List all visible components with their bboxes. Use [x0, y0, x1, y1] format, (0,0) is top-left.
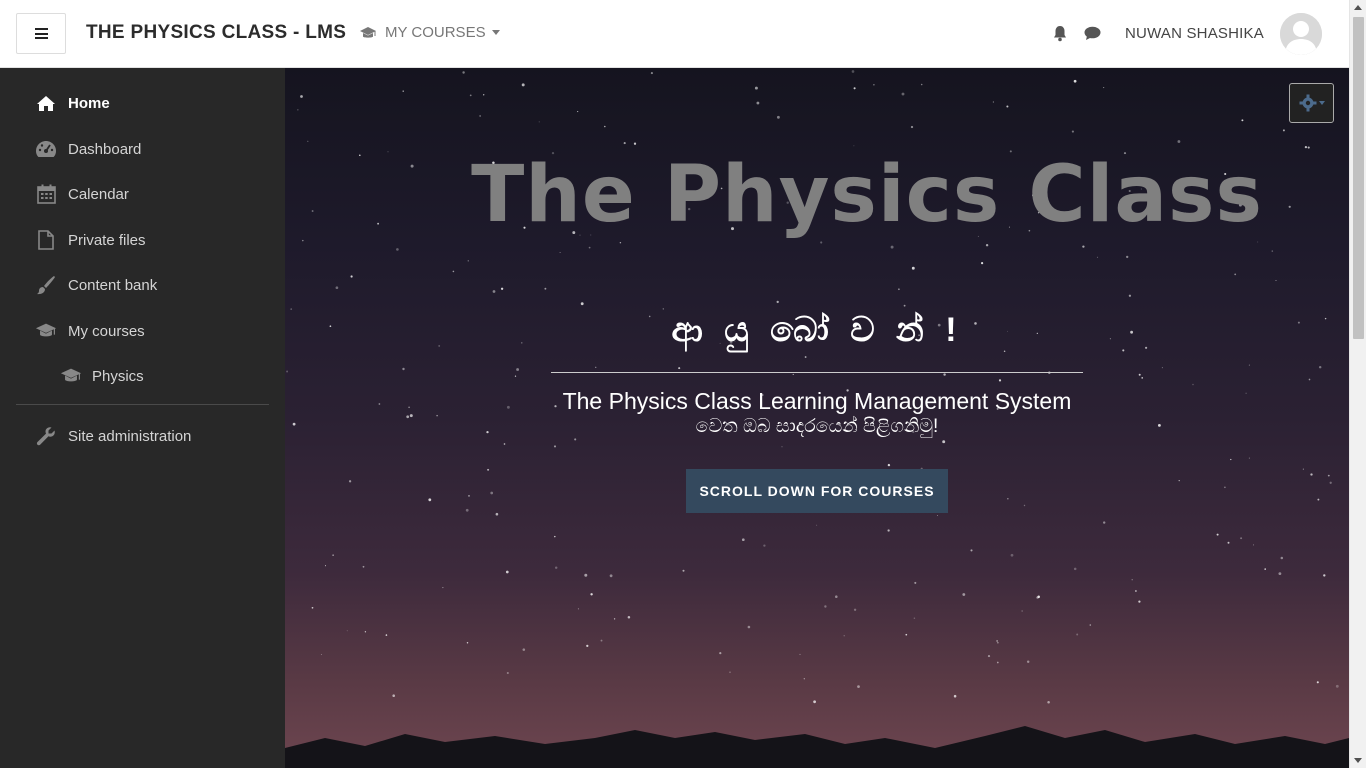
gear-icon [1299, 94, 1316, 112]
chat-icon[interactable] [1084, 26, 1101, 41]
my-courses-label: MY COURSES [385, 24, 486, 41]
hero-banner: The Physics Class ආ යු බෝ ව න් ! The Phy… [285, 68, 1349, 768]
sidebar-item-label: Private files [68, 231, 146, 249]
sidebar-item-label: Calendar [68, 185, 129, 203]
sidebar-item-home[interactable]: Home [0, 83, 285, 123]
sidebar-item-my-courses[interactable]: My courses [0, 311, 285, 351]
sidebar-item-label: My courses [68, 322, 145, 340]
graduation-cap-icon [35, 320, 57, 342]
user-silhouette-icon [1280, 13, 1322, 55]
bell-icon[interactable] [1052, 25, 1068, 42]
sidebar-item-private-files[interactable]: Private files [0, 220, 285, 260]
hamburger-icon [34, 28, 48, 39]
hero-title: The Physics Class [471, 150, 1263, 240]
settings-menu-button[interactable] [1289, 83, 1334, 123]
graduation-cap-icon [60, 365, 82, 387]
graduation-cap-icon [360, 26, 376, 38]
avatar[interactable] [1280, 13, 1322, 55]
scroll-up-arrow-icon[interactable] [1354, 5, 1362, 10]
scrollbar-thumb[interactable] [1353, 17, 1364, 339]
site-name[interactable]: THE PHYSICS CLASS - LMS [86, 22, 346, 44]
user-name[interactable]: NUWAN SHASHIKA [1125, 25, 1264, 42]
chevron-down-icon [1318, 101, 1325, 105]
sidebar-toggle-button[interactable] [16, 13, 66, 54]
hero-subtitle-sinhala: වෙත ඔබ සාදරයෙන් පිළිගනිමු! [695, 416, 939, 437]
sidebar-item-label: Home [68, 94, 110, 112]
paintbrush-icon [35, 274, 57, 296]
calendar-icon [35, 183, 57, 205]
file-icon [35, 229, 57, 251]
chevron-down-icon [491, 30, 500, 35]
home-icon [35, 92, 57, 114]
sidebar-item-label: Physics [92, 367, 144, 385]
welcome-text: ආ යු බෝ ව න් ! [671, 311, 963, 349]
sidebar-divider [16, 404, 269, 405]
sidebar-item-label: Content bank [68, 276, 158, 294]
sidebar-item-calendar[interactable]: Calendar [0, 174, 285, 214]
sidebar-item-site-administration[interactable]: Site administration [0, 416, 285, 456]
top-navbar: THE PHYSICS CLASS - LMS MY COURSES NUWAN… [0, 0, 1349, 68]
sidebar-nav: Home Dashboard Calendar Private files Co… [0, 68, 285, 768]
mountain-silhouette [285, 726, 1349, 768]
sidebar-item-dashboard[interactable]: Dashboard [0, 129, 285, 169]
my-courses-dropdown[interactable]: MY COURSES [359, 24, 500, 41]
page-scrollbar[interactable] [1349, 0, 1366, 768]
sidebar-item-content-bank[interactable]: Content bank [0, 265, 285, 305]
hero-divider [551, 372, 1083, 373]
wrench-icon [35, 425, 57, 447]
sidebar-item-label: Site administration [68, 427, 192, 445]
scroll-down-arrow-icon[interactable] [1354, 758, 1362, 763]
scroll-down-for-courses-button[interactable]: SCROLL DOWN FOR COURSES [686, 469, 948, 513]
hero-subtitle: The Physics Class Learning Management Sy… [562, 388, 1072, 414]
sidebar-item-label: Dashboard [68, 140, 142, 158]
dashboard-icon [35, 138, 57, 160]
sidebar-item-physics[interactable]: Physics [0, 356, 285, 396]
